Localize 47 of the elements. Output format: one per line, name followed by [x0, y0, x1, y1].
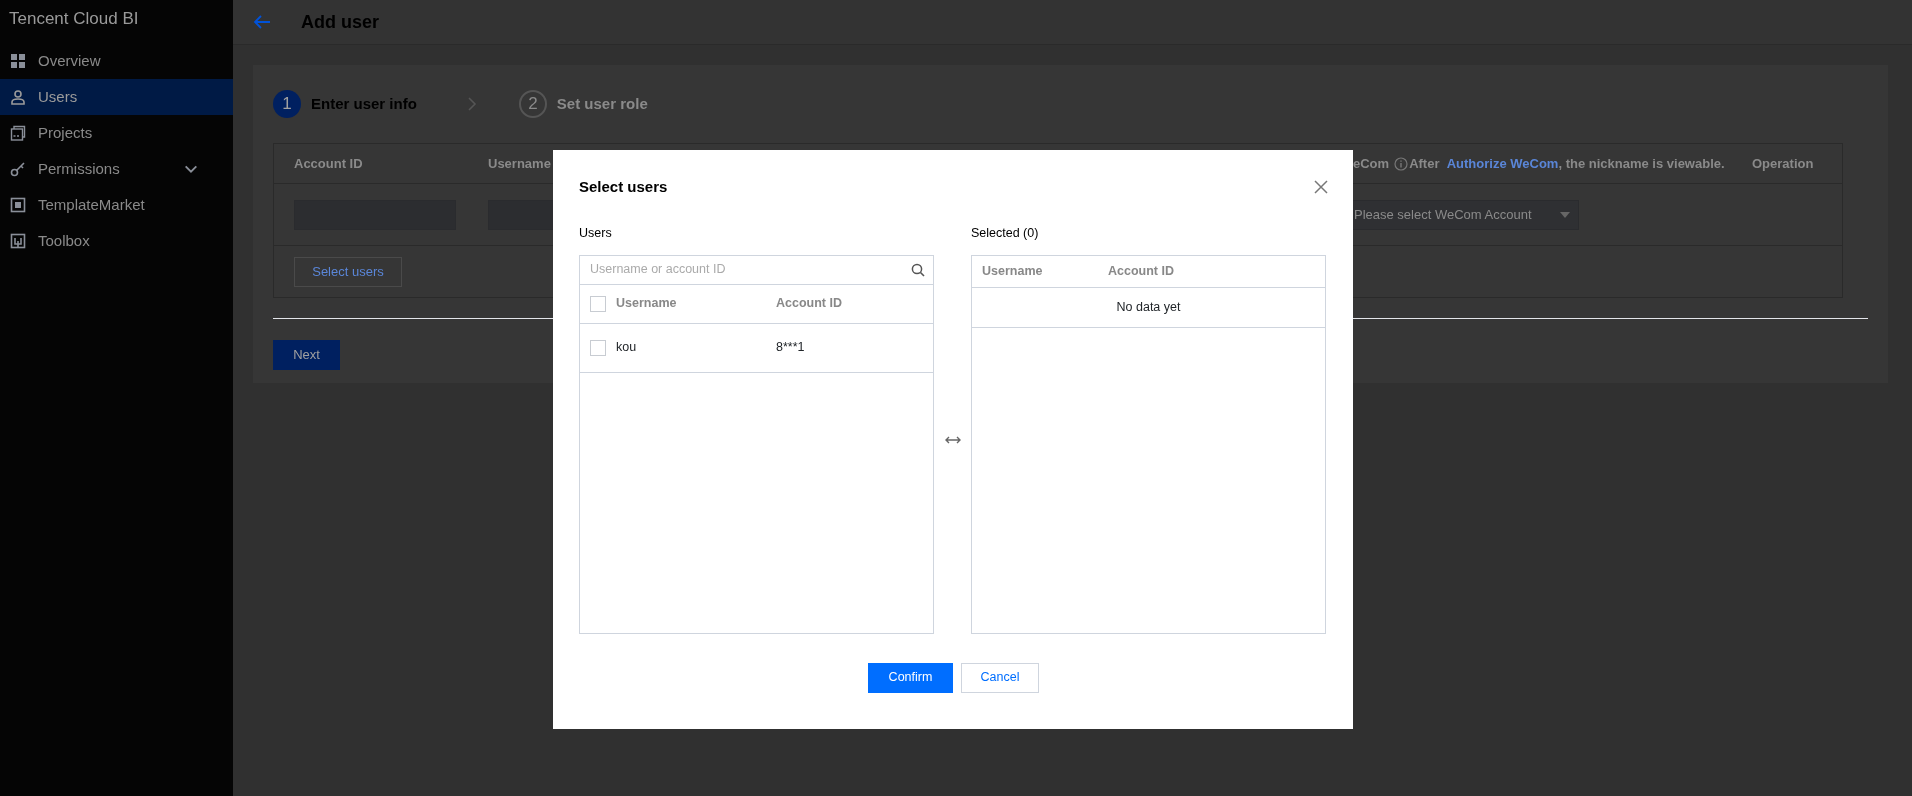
sidebar-item[interactable]: Projects: [0, 115, 233, 151]
sidebar-item[interactable]: Permissions: [0, 151, 233, 187]
column-header: Username: [616, 295, 678, 313]
info-icon: [1394, 156, 1409, 171]
toolbox-icon: [10, 233, 26, 249]
caret-down-icon: [1560, 211, 1570, 218]
sidebar-item[interactable]: Users: [0, 79, 233, 115]
cancel-button[interactable]: Cancel: [961, 662, 1039, 693]
table-cell-text: kou: [616, 339, 638, 357]
next-button[interactable]: Next: [273, 340, 340, 370]
column-header: Username: [982, 262, 1044, 280]
authorize-link[interactable]: Authorize WeCom: [1446, 155, 1559, 171]
column-header: Account ID: [776, 295, 842, 313]
back-arrow-icon: [253, 14, 271, 30]
empty-message: No data yet: [1116, 298, 1181, 316]
checkbox[interactable]: [590, 295, 606, 312]
column-header: Account ID: [294, 154, 363, 173]
document-icon: [10, 125, 26, 141]
template-icon: [10, 197, 26, 213]
person-icon: [10, 89, 26, 105]
swap-arrows-icon: [944, 435, 961, 444]
back-button[interactable]: [253, 14, 271, 30]
close-icon: [1314, 180, 1328, 194]
column-header: Account ID: [1108, 262, 1174, 280]
column-note: After Authorize WeCom, the nickname is viewable.: [1409, 154, 1725, 173]
sidebar-item[interactable]: Overview: [0, 43, 233, 79]
sidebar-item[interactable]: Toolbox: [0, 223, 233, 259]
confirm-button[interactable]: Confirm: [868, 662, 953, 693]
panel-label: Users: [579, 225, 613, 242]
column-header: eCom: [1353, 154, 1390, 173]
key-icon: [10, 161, 26, 177]
step-number: 2: [518, 90, 547, 118]
chevron-right-icon: [466, 96, 477, 112]
grid-icon: [10, 53, 26, 69]
select-users-button[interactable]: Select users: [294, 256, 402, 287]
column-header: Username: [488, 154, 551, 173]
step-label: Set user role: [556, 93, 648, 114]
checkbox[interactable]: [590, 339, 606, 356]
step-number: 1: [273, 90, 301, 118]
table-cell-text: 8***1: [776, 339, 805, 357]
search-icon: [911, 262, 925, 277]
column-header: Operation: [1752, 154, 1814, 173]
sidebar-item[interactable]: TemplateMarket: [0, 187, 233, 223]
app-title: Tencent Cloud BI: [8, 8, 140, 30]
panel-label: Selected (0): [971, 225, 1040, 242]
dialog-title: Select users: [579, 176, 668, 197]
close-button[interactable]: [1314, 180, 1328, 194]
